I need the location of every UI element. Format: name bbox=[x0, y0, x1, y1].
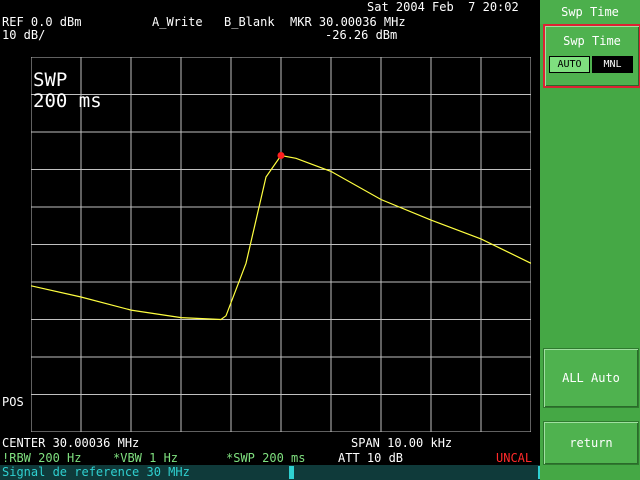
text-cursor bbox=[289, 466, 294, 479]
swp-label: SWP bbox=[33, 69, 68, 91]
marker-level: -26.26 dBm bbox=[325, 28, 398, 42]
mnl-option[interactable]: MNL bbox=[592, 56, 633, 73]
all-auto-button[interactable]: ALL Auto bbox=[543, 348, 639, 408]
span: SPAN 10.00 kHz bbox=[351, 436, 453, 450]
rbw: !RBW 200 Hz bbox=[2, 451, 82, 465]
auto-option[interactable]: AUTO bbox=[549, 56, 590, 73]
scale-per-div: 10 dB/ bbox=[2, 28, 46, 42]
plot-grid bbox=[31, 57, 531, 432]
sweep-time: *SWP 200 ms bbox=[226, 451, 306, 465]
swp-value: 200 ms bbox=[33, 90, 102, 112]
spectrum-plot bbox=[31, 57, 531, 432]
marker-point bbox=[277, 151, 285, 159]
softkey-panel: Swp Time Swp Time AUTO MNL ALL Auto retu… bbox=[540, 0, 640, 480]
center-frequency: CENTER 30.00036 MHz bbox=[2, 436, 140, 450]
pos-label: POS bbox=[2, 395, 24, 409]
trace-a-mode: A_Write bbox=[152, 15, 203, 29]
softkey-menu-title: Swp Time bbox=[540, 0, 640, 24]
attenuation: ATT 10 dB bbox=[338, 451, 404, 465]
trace-b-mode: B_Blank bbox=[224, 15, 275, 29]
auto-mnl-toggle[interactable]: AUTO MNL bbox=[549, 56, 633, 73]
return-button[interactable]: return bbox=[543, 421, 639, 465]
swp-time-softkey[interactable]: Swp Time AUTO MNL bbox=[543, 24, 640, 88]
vbw: *VBW 1 Hz bbox=[113, 451, 179, 465]
datetime: Sat 2004 Feb 7 20:02 bbox=[367, 0, 519, 14]
swp-time-softkey-label: Swp Time bbox=[563, 34, 621, 48]
status-message: Signal de reference 30 MHz bbox=[2, 465, 190, 479]
uncal-indicator: UNCAL bbox=[496, 451, 533, 465]
